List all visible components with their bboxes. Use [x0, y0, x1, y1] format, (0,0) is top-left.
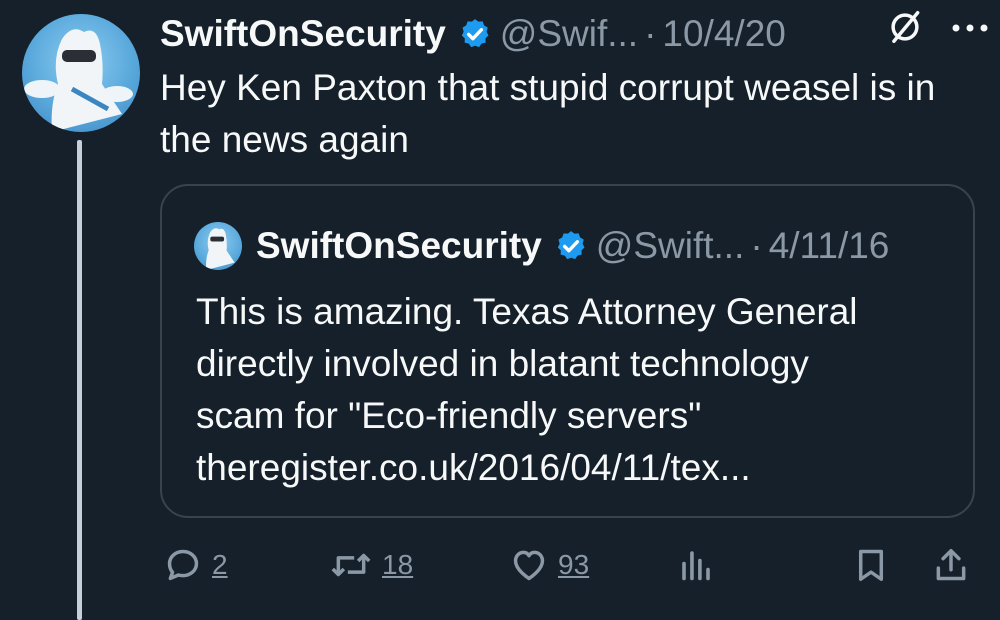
bookmark-button[interactable]: [852, 540, 890, 590]
tweet-header: SwiftOnSecurity @Swif... · 10/4/20: [160, 8, 980, 60]
heart-icon: [510, 546, 548, 584]
reply-icon: [164, 546, 202, 584]
header-actions: [886, 8, 990, 51]
tweet-actions: 2 18 93: [160, 540, 975, 590]
quoted-author-handle: @Swift...: [595, 225, 745, 266]
quoted-text: This is amazing. Texas Attorney General …: [196, 286, 956, 494]
quoted-date: 4/11/16: [768, 225, 890, 266]
views-bar-chart-icon: [678, 546, 714, 584]
share-icon: [932, 546, 970, 584]
quoted-tweet[interactable]: SwiftOnSecurity @Swift... · 4/11/16 This…: [160, 184, 975, 518]
share-button[interactable]: [932, 540, 970, 590]
quoted-author-name: SwiftOnSecurity: [256, 225, 542, 266]
quoted-text-line: This is amazing. Texas Attorney General: [196, 291, 858, 332]
quoted-header: SwiftOnSecurity @Swift... · 4/11/16: [194, 222, 889, 270]
like-button[interactable]: 93: [510, 540, 589, 590]
like-count: 93: [558, 549, 590, 580]
verified-badge-icon: [554, 229, 588, 263]
retweet-button[interactable]: 18: [330, 540, 413, 590]
avatar-column: [22, 14, 142, 132]
bookmark-icon: [852, 546, 890, 584]
retweet-icon: [330, 546, 372, 584]
author-handle[interactable]: @Swif...: [500, 13, 638, 55]
author-name[interactable]: SwiftOnSecurity: [160, 13, 446, 55]
tweet-date[interactable]: 10/4/20: [662, 13, 785, 55]
avatar-image: [24, 29, 133, 132]
verified-badge-icon: [458, 17, 492, 51]
reply-count: 2: [212, 549, 228, 580]
separator-dot: ·: [644, 13, 657, 54]
retweet-count: 18: [382, 549, 414, 580]
views-button[interactable]: [678, 540, 714, 590]
reply-button[interactable]: 2: [164, 540, 228, 590]
separator-dot: ·: [750, 225, 763, 266]
quoted-text-line: scam for "Eco-friendly servers": [196, 395, 702, 436]
grok-icon[interactable]: [886, 8, 924, 51]
tweet-text: Hey Ken Paxton that stupid corrupt wease…: [160, 67, 936, 160]
quoted-avatar: [194, 222, 242, 270]
more-options-icon[interactable]: [950, 21, 990, 39]
quoted-link[interactable]: theregister.co.uk/2016/04/11/tex...: [196, 442, 956, 494]
quoted-text-line: directly involved in blatant technology: [196, 343, 809, 384]
avatar[interactable]: [22, 14, 140, 132]
thread-line: [77, 140, 82, 620]
